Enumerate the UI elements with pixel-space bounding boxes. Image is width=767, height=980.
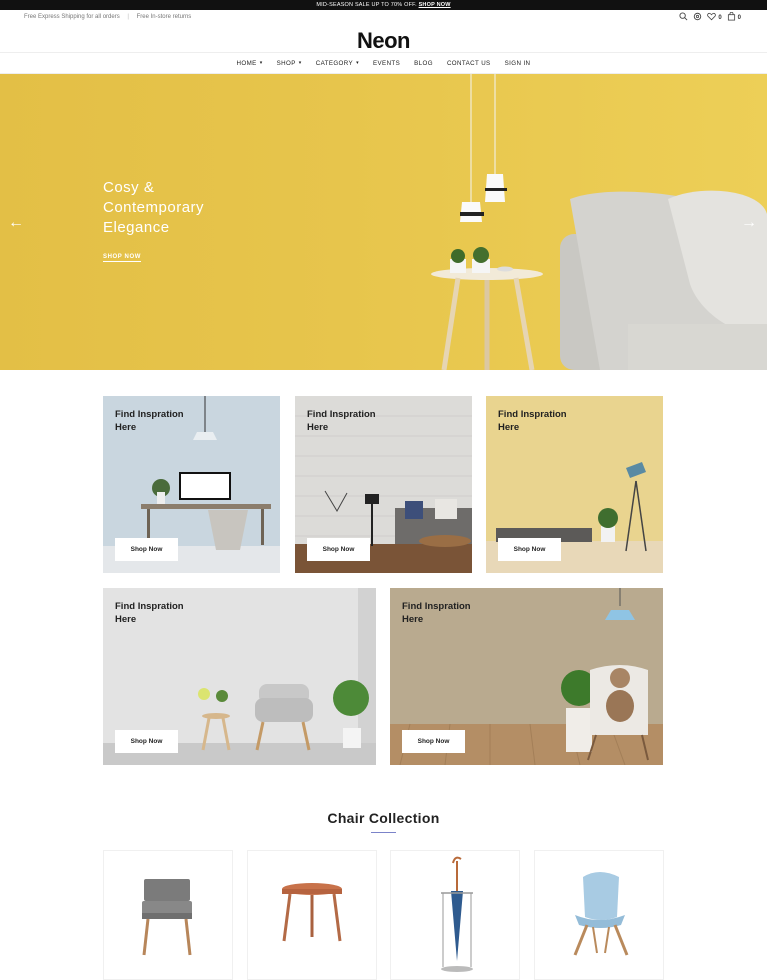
hero-title-line: Cosy & xyxy=(103,179,155,196)
product-image xyxy=(142,879,192,956)
settings-icon[interactable] xyxy=(693,12,702,23)
nav-item-label: CATEGORY xyxy=(315,59,354,67)
nav-item-label: SHOP xyxy=(276,59,296,67)
product-card-umbrella-stand[interactable] xyxy=(390,850,520,980)
returns-info: Free In-store returns xyxy=(136,14,192,20)
inspiration-card-office[interactable]: Find Inspration Here Shop Now xyxy=(103,396,280,573)
card-title: Find Inspration Here xyxy=(498,409,567,433)
nav-item-shop[interactable]: SHOP ▾ xyxy=(277,60,302,67)
card-title: Find Inspration Here xyxy=(402,601,471,625)
caret-down-icon: ▾ xyxy=(259,60,263,66)
product-card-round-table[interactable] xyxy=(247,850,377,980)
hero-title-line: Contemporary xyxy=(103,199,205,216)
search-icon[interactable] xyxy=(679,12,688,23)
nav-item-label: BLOG xyxy=(414,59,433,67)
nav-item-category[interactable]: CATEGORY ▾ xyxy=(316,60,359,67)
card-shop-now-button[interactable]: Shop Now xyxy=(498,538,561,561)
site-logo[interactable]: Neon xyxy=(0,28,767,54)
section-title: Chair Collection xyxy=(327,810,440,826)
nav-item-label: CONTACT US xyxy=(446,59,491,67)
arrow-right-icon[interactable]: → xyxy=(741,214,757,232)
card-shop-now-button[interactable]: Shop Now xyxy=(115,538,178,561)
nav-item-events[interactable]: EVENTS xyxy=(373,60,400,67)
product-image xyxy=(441,856,473,972)
main-nav: HOME ▾ SHOP ▾ CATEGORY ▾ EVENTS BLOG CONTAC… xyxy=(0,52,767,74)
hero-title: Cosy & Contemporary Elegance xyxy=(103,178,253,238)
card-shop-now-button[interactable]: Shop Now xyxy=(115,730,178,753)
nav-item-home[interactable]: HOME ▾ xyxy=(237,60,263,67)
card-title: Find Inspration Here xyxy=(115,409,184,433)
inspiration-card-armchair[interactable]: Find Inspration Here Shop Now xyxy=(103,588,376,765)
product-card-eames-chair[interactable] xyxy=(534,850,664,980)
card-shop-now-button[interactable]: Shop Now xyxy=(402,730,465,753)
heart-icon xyxy=(707,12,717,23)
hero-title-line: Elegance xyxy=(103,219,170,236)
product-card-armchair[interactable] xyxy=(103,850,233,980)
inspiration-card-living-room[interactable]: Find Inspration Here Shop Now xyxy=(295,396,472,573)
bag-icon xyxy=(727,11,736,23)
hero-slider: Cosy & Contemporary Elegance SHOP NOW ← … xyxy=(0,74,767,370)
card-shop-now-button[interactable]: Shop Now xyxy=(307,538,370,561)
card-title: Find Inspration Here xyxy=(115,601,184,625)
hero-shop-now-link[interactable]: SHOP NOW xyxy=(103,254,142,262)
caret-down-icon: ▾ xyxy=(356,60,359,66)
arrow-left-icon[interactable]: ← xyxy=(8,214,24,232)
product-image xyxy=(573,872,629,956)
nav-item-label: HOME xyxy=(236,59,257,67)
cart-button[interactable]: 0 xyxy=(727,11,741,23)
nav-item-blog[interactable]: BLOG xyxy=(414,60,433,67)
section-title-underline xyxy=(371,832,396,833)
cart-count: 0 xyxy=(737,14,741,21)
shipping-info: Free Express Shipping for all orders xyxy=(24,14,120,20)
utility-bar: Free Express Shipping for all orders | F… xyxy=(0,10,767,26)
inspiration-card-yellow-room[interactable]: Find Inspration Here Shop Now xyxy=(486,396,663,573)
nav-item-contact-us[interactable]: CONTACT US xyxy=(447,60,491,67)
nav-item-label: EVENTS xyxy=(372,59,401,67)
promo-text: MID-SEASON SALE UP TO 70% OFF. xyxy=(316,2,417,8)
promo-shop-now-link[interactable]: SHOP NOW xyxy=(419,2,451,8)
promo-bar: MID-SEASON SALE UP TO 70% OFF. SHOP NOW xyxy=(0,0,767,10)
product-image xyxy=(282,883,342,942)
wishlist-button[interactable]: 0 xyxy=(707,12,722,23)
wishlist-count: 0 xyxy=(718,14,722,21)
utility-separator: | xyxy=(127,14,129,20)
caret-down-icon: ▾ xyxy=(298,60,302,66)
inspiration-card-teddy-chair[interactable]: Find Inspration Here Shop Now xyxy=(390,588,663,765)
nav-item-sign-in[interactable]: SIGN IN xyxy=(505,60,531,67)
nav-item-label: SIGN IN xyxy=(504,59,531,67)
card-title: Find Inspration Here xyxy=(307,409,376,433)
